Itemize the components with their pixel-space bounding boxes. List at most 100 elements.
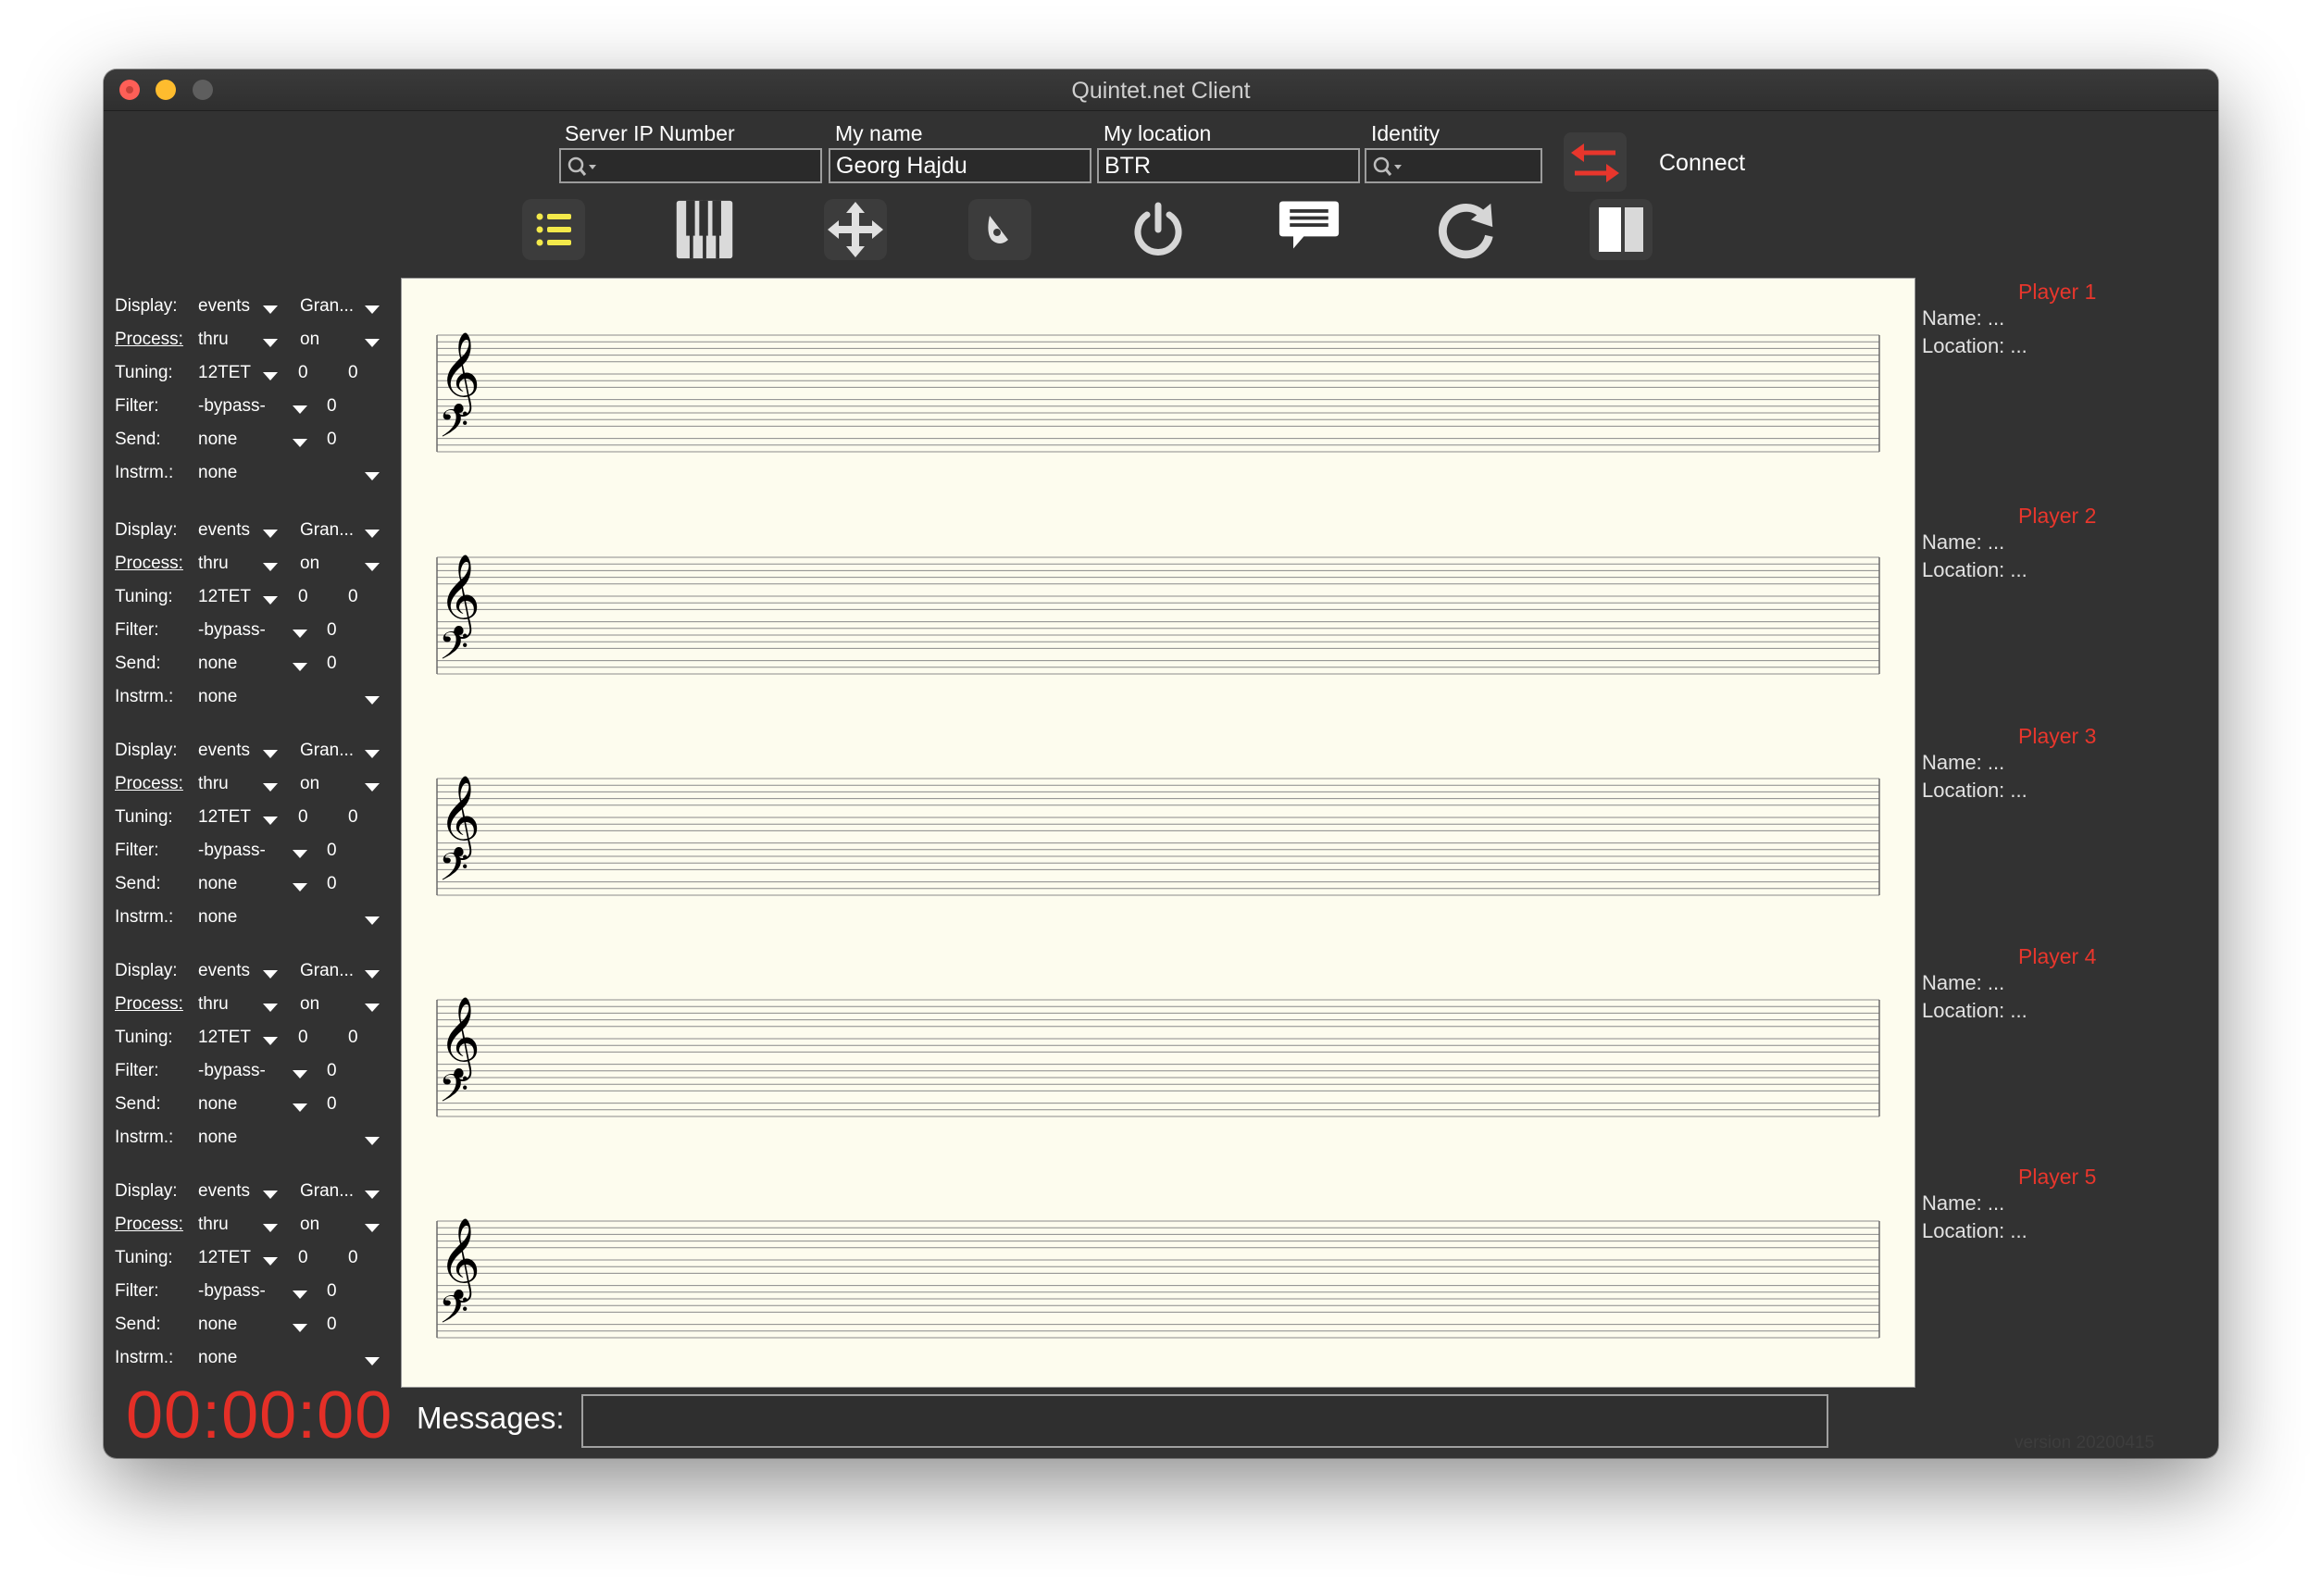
audio-button[interactable]	[968, 199, 1031, 260]
tuning-offset-a[interactable]: 0	[298, 363, 308, 383]
display-mode-dropdown-arrow[interactable]	[263, 1191, 278, 1199]
tuning-system-value[interactable]: 12TET	[198, 363, 251, 383]
display-mode-value[interactable]: events	[198, 520, 250, 541]
process-label[interactable]: Process:	[115, 994, 183, 1015]
send-dropdown-arrow[interactable]	[293, 439, 307, 447]
process-state-value[interactable]: on	[300, 554, 319, 574]
instrument-dropdown-arrow[interactable]	[365, 1137, 380, 1145]
move-button[interactable]	[824, 199, 887, 260]
display-mode-value[interactable]: events	[198, 961, 250, 981]
filter-value[interactable]: -bypass-	[198, 396, 266, 417]
process-state-dropdown-arrow[interactable]	[365, 1224, 380, 1232]
send-value[interactable]: none	[198, 874, 237, 894]
tuning-system-value[interactable]: 12TET	[198, 1028, 251, 1048]
tuning-system-dropdown-arrow[interactable]	[263, 817, 278, 825]
tuning-offset-a[interactable]: 0	[298, 1248, 308, 1268]
instrument-value[interactable]: none	[198, 463, 237, 483]
process-label[interactable]: Process:	[115, 330, 183, 350]
granularity-value[interactable]: Gran...	[300, 520, 354, 541]
display-mode-value[interactable]: events	[198, 296, 250, 317]
display-mode-dropdown-arrow[interactable]	[263, 305, 278, 314]
send-value[interactable]: none	[198, 1315, 237, 1335]
instrument-dropdown-arrow[interactable]	[365, 1357, 380, 1365]
instrument-value[interactable]: none	[198, 907, 237, 928]
filter-dropdown-arrow[interactable]	[293, 630, 307, 638]
tuning-offset-b[interactable]: 0	[348, 1248, 358, 1268]
process-state-dropdown-arrow[interactable]	[365, 1004, 380, 1012]
process-label[interactable]: Process:	[115, 554, 183, 574]
process-mode-value[interactable]: thru	[198, 994, 229, 1015]
my-name-field[interactable]	[829, 148, 1091, 183]
process-mode-value[interactable]: thru	[198, 330, 229, 350]
tuning-system-dropdown-arrow[interactable]	[263, 1037, 278, 1045]
tuning-offset-a[interactable]: 0	[298, 807, 308, 828]
filter-value[interactable]: -bypass-	[198, 841, 266, 861]
granularity-dropdown-arrow[interactable]	[365, 305, 380, 314]
tuning-offset-b[interactable]: 0	[348, 363, 358, 383]
process-mode-dropdown-arrow[interactable]	[263, 1004, 278, 1012]
filter-value[interactable]: -bypass-	[198, 1281, 266, 1302]
process-mode-value[interactable]: thru	[198, 1215, 229, 1235]
tuning-offset-a[interactable]: 0	[298, 1028, 308, 1048]
connect-button[interactable]	[1564, 132, 1627, 192]
process-state-dropdown-arrow[interactable]	[365, 783, 380, 792]
chat-button[interactable]	[1278, 195, 1341, 256]
filter-number[interactable]: 0	[327, 841, 337, 861]
filter-dropdown-arrow[interactable]	[293, 1291, 307, 1299]
filter-dropdown-arrow[interactable]	[293, 850, 307, 858]
instrument-dropdown-arrow[interactable]	[365, 916, 380, 925]
piano-button[interactable]	[673, 199, 736, 260]
process-mode-dropdown-arrow[interactable]	[263, 339, 278, 347]
process-mode-dropdown-arrow[interactable]	[263, 1224, 278, 1232]
process-state-value[interactable]: on	[300, 994, 319, 1015]
filter-value[interactable]: -bypass-	[198, 620, 266, 641]
process-label[interactable]: Process:	[115, 1215, 183, 1235]
process-mode-dropdown-arrow[interactable]	[263, 563, 278, 571]
send-dropdown-arrow[interactable]	[293, 883, 307, 892]
instrument-value[interactable]: none	[198, 1348, 237, 1368]
tuning-offset-b[interactable]: 0	[348, 1028, 358, 1048]
tuning-system-value[interactable]: 12TET	[198, 807, 251, 828]
tuning-offset-b[interactable]: 0	[348, 807, 358, 828]
filter-dropdown-arrow[interactable]	[293, 1070, 307, 1079]
process-mode-value[interactable]: thru	[198, 554, 229, 574]
filter-value[interactable]: -bypass-	[198, 1061, 266, 1081]
send-number[interactable]: 0	[327, 654, 337, 674]
send-number[interactable]: 0	[327, 1315, 337, 1335]
tuning-system-value[interactable]: 12TET	[198, 1248, 251, 1268]
display-mode-dropdown-arrow[interactable]	[263, 750, 278, 758]
granularity-dropdown-arrow[interactable]	[365, 1191, 380, 1199]
instrument-dropdown-arrow[interactable]	[365, 472, 380, 480]
send-value[interactable]: none	[198, 430, 237, 450]
process-mode-dropdown-arrow[interactable]	[263, 783, 278, 792]
process-state-value[interactable]: on	[300, 330, 319, 350]
my-location-field[interactable]	[1097, 148, 1360, 183]
granularity-value[interactable]: Gran...	[300, 296, 354, 317]
send-number[interactable]: 0	[327, 430, 337, 450]
granularity-value[interactable]: Gran...	[300, 961, 354, 981]
tuning-system-dropdown-arrow[interactable]	[263, 596, 278, 605]
send-number[interactable]: 0	[327, 1094, 337, 1115]
process-state-dropdown-arrow[interactable]	[365, 339, 380, 347]
display-mode-value[interactable]: events	[198, 1181, 250, 1202]
filter-number[interactable]: 0	[327, 620, 337, 641]
granularity-dropdown-arrow[interactable]	[365, 750, 380, 758]
instrument-value[interactable]: none	[198, 1128, 237, 1148]
tuning-offset-a[interactable]: 0	[298, 587, 308, 607]
instrument-dropdown-arrow[interactable]	[365, 696, 380, 704]
send-dropdown-arrow[interactable]	[293, 1324, 307, 1332]
power-button[interactable]	[1127, 199, 1190, 260]
tuning-offset-b[interactable]: 0	[348, 587, 358, 607]
refresh-button[interactable]	[1437, 199, 1500, 260]
display-mode-dropdown-arrow[interactable]	[263, 970, 278, 979]
instrument-value[interactable]: none	[198, 687, 237, 707]
send-number[interactable]: 0	[327, 874, 337, 894]
granularity-value[interactable]: Gran...	[300, 1181, 354, 1202]
display-mode-value[interactable]: events	[198, 741, 250, 761]
send-value[interactable]: none	[198, 654, 237, 674]
granularity-value[interactable]: Gran...	[300, 741, 354, 761]
granularity-dropdown-arrow[interactable]	[365, 970, 380, 979]
filter-number[interactable]: 0	[327, 396, 337, 417]
send-dropdown-arrow[interactable]	[293, 663, 307, 671]
list-button[interactable]	[522, 199, 585, 260]
